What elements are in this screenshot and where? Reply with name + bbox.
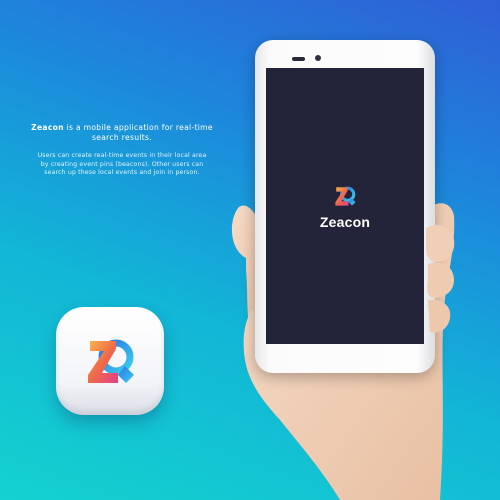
hand-fingers — [426, 225, 455, 333]
